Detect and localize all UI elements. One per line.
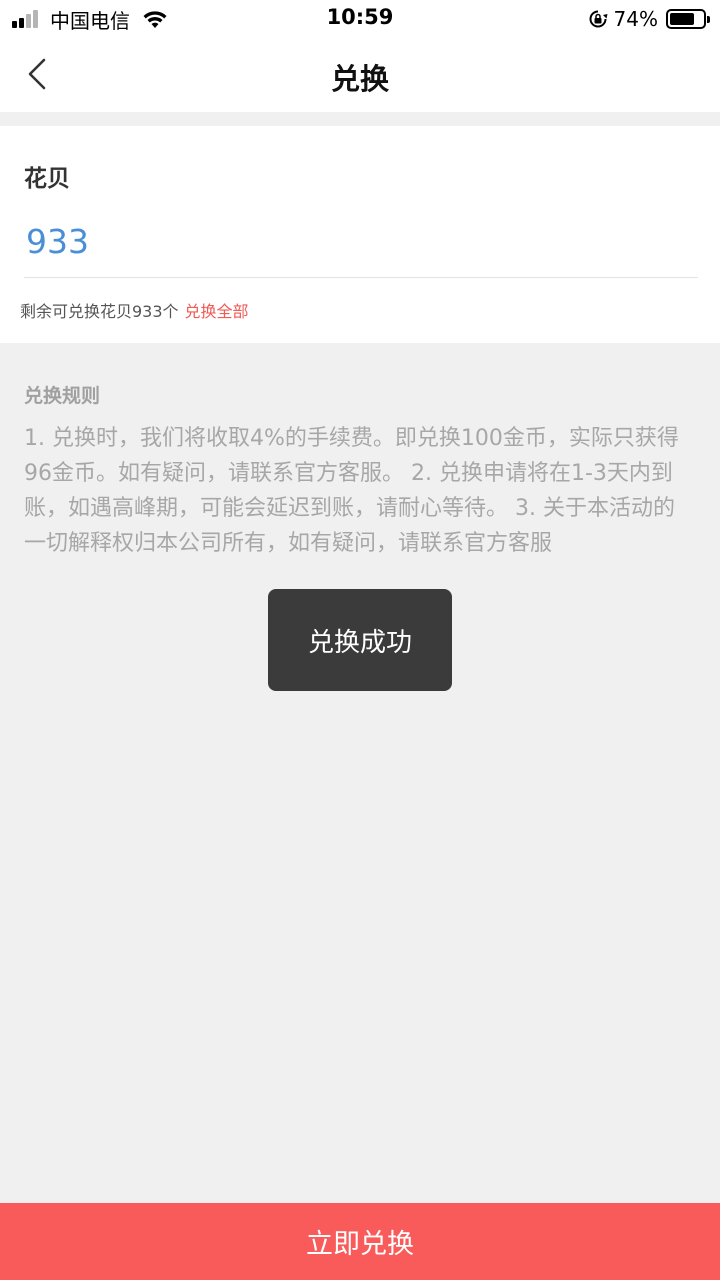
exchange-form-card: 花贝 剩余可兑换花贝933个兑换全部: [0, 126, 720, 343]
amount-input[interactable]: [26, 210, 686, 272]
battery-icon: [666, 9, 710, 29]
rules-text: 1. 兑换时，我们将收取4%的手续费。即兑换100金币，实际只获得96金币。如有…: [24, 426, 679, 556]
remaining-row: 剩余可兑换花贝933个 兑换全部: [20, 298, 249, 322]
rules-title: 兑换规则: [24, 385, 101, 407]
nav-bar: 兑换: [0, 40, 720, 112]
toast-message: 兑换成功: [307, 627, 412, 658]
status-right: 74%: [588, 6, 710, 32]
exchange-all-link[interactable]: 兑换全部: [185, 302, 249, 321]
amount-input-wrapper: [24, 210, 698, 278]
amount-label: 花贝: [24, 166, 70, 192]
success-toast: 兑换成功: [268, 589, 452, 691]
battery-percent: 74%: [613, 7, 658, 31]
page-title: 兑换: [330, 62, 389, 96]
orientation-lock-icon: [589, 10, 608, 28]
exchange-now-button[interactable]: 立即兑换: [0, 1203, 720, 1280]
battery-fill: [670, 13, 694, 25]
remaining-text: 剩余可兑换花贝933个: [20, 302, 179, 321]
exchange-page: 中国电信 10:59 74% 兑换 花贝 933 剩余可兑换花贝933个 兑换全…: [0, 0, 720, 1280]
status-bar: 中国电信 10:59 74%: [0, 0, 720, 40]
